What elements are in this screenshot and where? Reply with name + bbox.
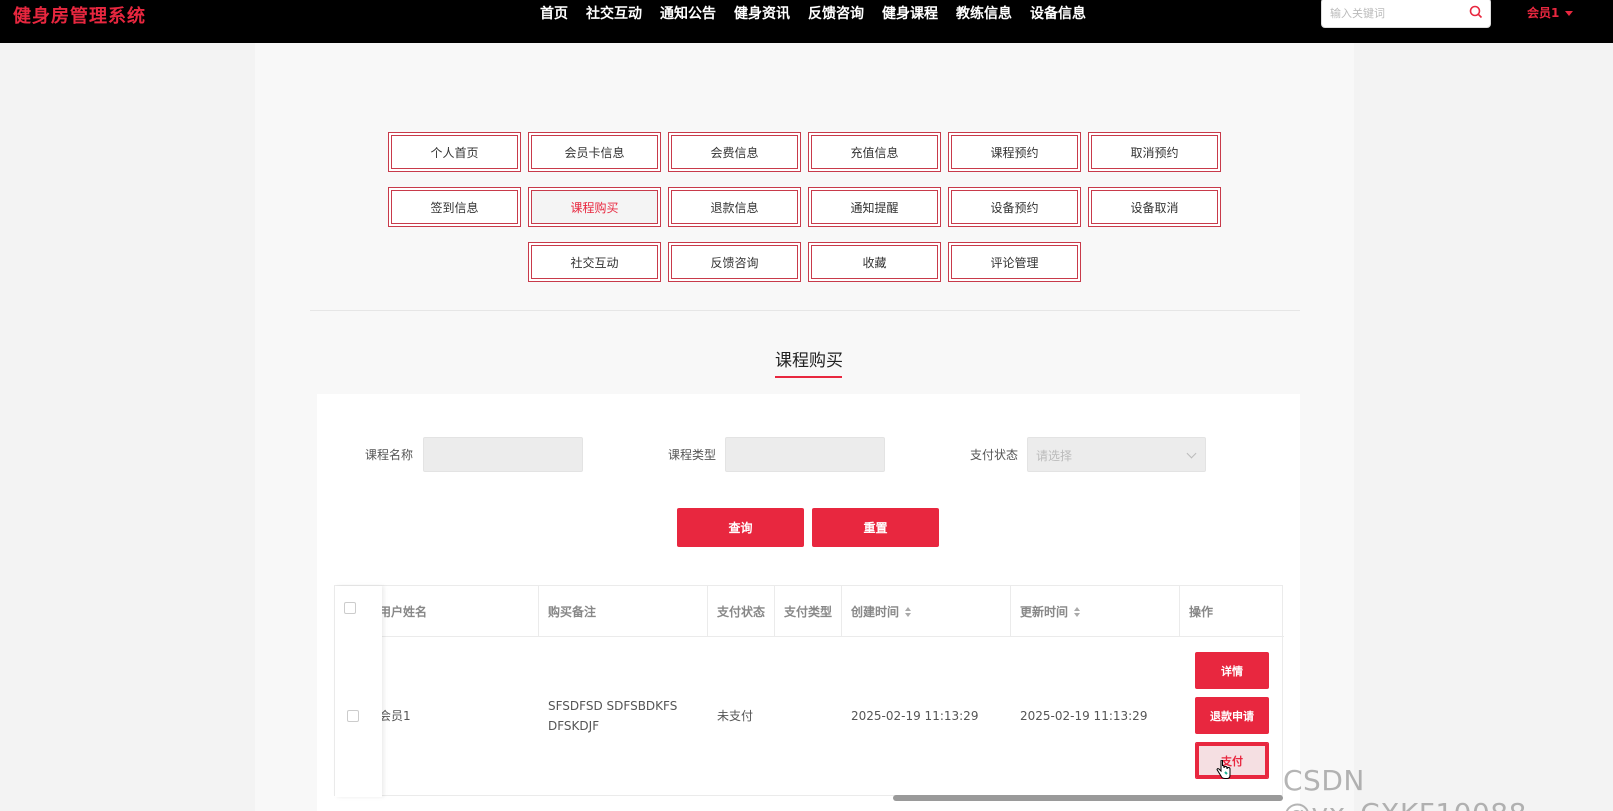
menu-feedback[interactable]: 反馈咨询 — [668, 242, 801, 282]
detail-button[interactable]: 详情 — [1195, 652, 1269, 689]
menu-recharge[interactable]: 充值信息 — [808, 132, 941, 172]
menu-course-booking[interactable]: 课程预约 — [948, 132, 1081, 172]
cell-updated-time: 2025-02-19 11:13:29 — [1020, 709, 1148, 723]
title-underline — [775, 376, 842, 378]
purchase-table: 用户姓名 购买备注 支付状态 支付类型 创建时间 更新时间 操作 会员1 SFS… — [334, 585, 1284, 797]
caret-down-icon — [1565, 11, 1574, 16]
cell-user-name: 会员1 — [379, 709, 411, 723]
refund-request-button[interactable]: 退款申请 — [1195, 697, 1269, 734]
nav-courses[interactable]: 健身课程 — [882, 3, 938, 23]
col-pay-type: 支付类型 — [775, 586, 842, 637]
col-created-time-label: 创建时间 — [851, 605, 900, 619]
menu-equipment-cancel[interactable]: 设备取消 — [1088, 187, 1221, 227]
nav-feedback[interactable]: 反馈咨询 — [808, 3, 864, 23]
menu-equipment-booking[interactable]: 设备预约 — [948, 187, 1081, 227]
course-type-label: 课程类型 — [668, 448, 717, 462]
menu-checkin[interactable]: 签到信息 — [388, 187, 521, 227]
horizontal-scrollbar[interactable] — [893, 795, 1283, 801]
cell-pay-status: 未支付 — [717, 709, 754, 723]
app-logo-title[interactable]: 健身房管理系统 — [13, 2, 146, 28]
nav-notice[interactable]: 通知公告 — [660, 3, 716, 23]
course-type-input[interactable] — [725, 437, 885, 472]
search-box — [1321, 0, 1491, 28]
nav-equipment[interactable]: 设备信息 — [1030, 3, 1086, 23]
search-input[interactable] — [1330, 3, 1460, 23]
table-header-row: 用户姓名 购买备注 支付状态 支付类型 创建时间 更新时间 操作 — [335, 586, 1284, 637]
nav-coaches[interactable]: 教练信息 — [956, 3, 1012, 23]
col-created-time[interactable]: 创建时间 — [842, 586, 1011, 637]
menu-cancel-booking[interactable]: 取消预约 — [1088, 132, 1221, 172]
section-divider — [310, 310, 1300, 311]
menu-membership-fee[interactable]: 会费信息 — [668, 132, 801, 172]
pay-status-select[interactable]: 请选择 — [1027, 437, 1206, 472]
nav-news[interactable]: 健身资讯 — [734, 3, 790, 23]
menu-social[interactable]: 社交互动 — [528, 242, 661, 282]
select-all-checkbox[interactable] — [344, 602, 356, 614]
user-menu[interactable]: 会员1 — [1527, 4, 1574, 21]
col-actions: 操作 — [1189, 605, 1214, 619]
course-name-input[interactable] — [423, 437, 583, 472]
top-navbar: 健身房管理系统 首页 社交互动 通知公告 健身资讯 反馈咨询 健身课程 教练信息… — [0, 0, 1613, 43]
col-updated-time-label: 更新时间 — [1020, 605, 1069, 619]
main-nav: 首页 社交互动 通知公告 健身资讯 反馈咨询 健身课程 教练信息 设备信息 — [540, 3, 1104, 23]
fixed-select-column — [335, 586, 382, 797]
menu-comments[interactable]: 评论管理 — [948, 242, 1081, 282]
menu-member-card[interactable]: 会员卡信息 — [528, 132, 661, 172]
menu-favorites[interactable]: 收藏 — [808, 242, 941, 282]
nav-social[interactable]: 社交互动 — [586, 3, 642, 23]
cell-created-time: 2025-02-19 11:13:29 — [851, 709, 979, 723]
course-name-label: 课程名称 — [365, 448, 414, 462]
col-pay-status: 支付状态 — [708, 586, 775, 637]
menu-notification[interactable]: 通知提醒 — [808, 187, 941, 227]
pay-button[interactable]: 支付 — [1195, 742, 1269, 779]
reset-button[interactable]: 重置 — [812, 508, 939, 547]
cell-purchase-note: SFSDFSD SDFSBDKFS DFSKDJF — [548, 699, 678, 733]
sort-icon[interactable] — [905, 606, 912, 617]
col-purchase-note: 购买备注 — [539, 586, 708, 637]
pay-status-placeholder: 请选择 — [1036, 449, 1073, 463]
search-icon[interactable] — [1469, 5, 1483, 19]
chevron-down-icon — [1186, 448, 1197, 459]
user-name: 会员1 — [1527, 6, 1560, 20]
nav-home[interactable]: 首页 — [540, 3, 568, 23]
menu-course-purchase[interactable]: 课程购买 — [528, 187, 661, 227]
row-checkbox[interactable] — [347, 710, 359, 722]
menu-refund[interactable]: 退款信息 — [668, 187, 801, 227]
sort-icon[interactable] — [1074, 606, 1081, 617]
page-title: 课程购买 — [775, 351, 843, 371]
watermark-text: CSDN @vx_CXKF10088 — [1283, 764, 1526, 811]
menu-personal-home[interactable]: 个人首页 — [388, 132, 521, 172]
hand-cursor-icon — [1216, 760, 1231, 779]
pay-status-label: 支付状态 — [970, 448, 1019, 462]
col-updated-time[interactable]: 更新时间 — [1011, 586, 1180, 637]
query-button[interactable]: 查询 — [677, 508, 804, 547]
